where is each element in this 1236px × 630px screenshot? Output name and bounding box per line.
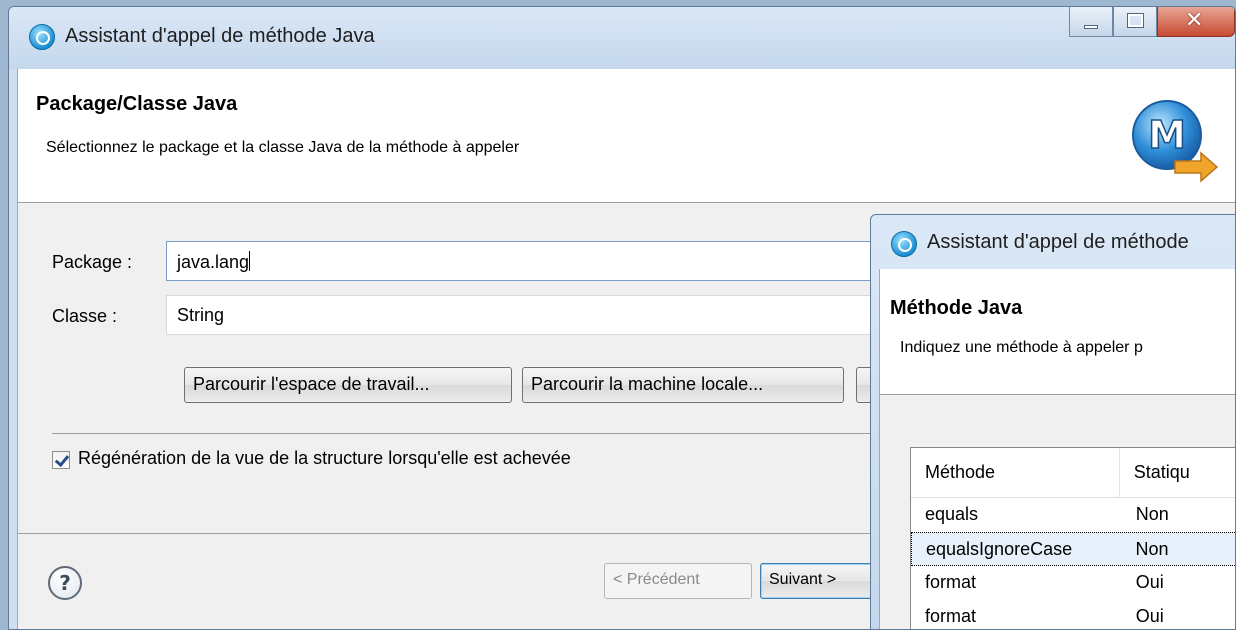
method-wizard-window: Assistant d'appel de méthode Méthode Jav… bbox=[870, 214, 1236, 630]
method-page-description: Indiquez une méthode à appeler p bbox=[900, 339, 1143, 356]
class-input[interactable]: String bbox=[166, 295, 926, 335]
method-table[interactable]: Méthode Statiqu equals Non equalsIgnoreC… bbox=[910, 447, 1235, 629]
table-row[interactable]: format Oui bbox=[911, 566, 1235, 600]
table-row-selected[interactable]: equalsIgnoreCase Non bbox=[911, 532, 1235, 566]
title-bar[interactable]: Assistant d'appel de méthode Java ✕ bbox=[9, 7, 1235, 69]
method-cell: format bbox=[925, 606, 977, 626]
browse-local-button[interactable]: Parcourir la machine locale... bbox=[522, 367, 844, 403]
window-title: Assistant d'appel de méthode Java bbox=[65, 25, 375, 47]
close-button[interactable]: ✕ bbox=[1157, 7, 1235, 37]
regenerate-checkbox[interactable] bbox=[52, 451, 70, 469]
method-title-bar[interactable]: Assistant d'appel de méthode bbox=[871, 215, 1235, 269]
package-value: java.lang bbox=[177, 252, 250, 272]
table-row[interactable]: format Oui bbox=[911, 600, 1235, 629]
column-header-static[interactable]: Statiqu bbox=[1120, 448, 1235, 497]
maximize-button[interactable] bbox=[1113, 7, 1157, 37]
method-cell: equals bbox=[925, 504, 979, 524]
page-title: Package/Classe Java bbox=[36, 93, 238, 115]
package-label: Package : bbox=[52, 252, 133, 272]
page-description: Sélectionnez le package et la classe Jav… bbox=[46, 139, 520, 156]
browse-workspace-button[interactable]: Parcourir l'espace de travail... bbox=[184, 367, 512, 403]
text-caret bbox=[249, 251, 251, 271]
help-icon[interactable]: ? bbox=[48, 566, 82, 600]
separator bbox=[52, 433, 912, 434]
minimize-icon bbox=[1084, 25, 1098, 29]
caption-buttons: ✕ bbox=[1069, 7, 1235, 37]
static-cell: Oui bbox=[1135, 572, 1164, 592]
app-icon bbox=[891, 231, 917, 257]
footer-separator bbox=[18, 533, 918, 534]
column-header-method[interactable]: Méthode bbox=[911, 448, 1120, 497]
table-header: Méthode Statiqu bbox=[911, 448, 1235, 498]
static-cell: Oui bbox=[1135, 606, 1164, 626]
table-row[interactable]: equals Non bbox=[911, 498, 1235, 532]
close-icon: ✕ bbox=[1185, 8, 1204, 33]
method-cell: format bbox=[925, 572, 977, 592]
static-cell: Non bbox=[1135, 504, 1169, 524]
minimize-button[interactable] bbox=[1069, 7, 1113, 37]
app-icon bbox=[29, 24, 55, 50]
regenerate-label: Régénération de la vue de la structure l… bbox=[78, 448, 571, 468]
method-cell: equalsIgnoreCase bbox=[926, 539, 1073, 559]
previous-button[interactable]: < Précédent bbox=[604, 563, 752, 599]
wizard-banner: Package/Classe Java Sélectionnez le pack… bbox=[18, 69, 1235, 203]
class-value: String bbox=[177, 305, 225, 325]
class-label: Classe : bbox=[52, 306, 118, 326]
method-page-title: Méthode Java bbox=[890, 297, 1023, 319]
maximize-icon bbox=[1127, 13, 1144, 28]
package-input[interactable]: java.lang bbox=[166, 241, 926, 281]
method-banner: Méthode Java Indiquez une méthode à appe… bbox=[880, 269, 1235, 395]
svg-text:M: M bbox=[1148, 113, 1186, 157]
wizard-method-icon: M bbox=[1132, 100, 1219, 183]
method-client-area: Méthode Java Indiquez une méthode à appe… bbox=[879, 269, 1235, 629]
method-window-title: Assistant d'appel de méthode bbox=[927, 231, 1189, 253]
static-cell: Non bbox=[1135, 539, 1169, 559]
